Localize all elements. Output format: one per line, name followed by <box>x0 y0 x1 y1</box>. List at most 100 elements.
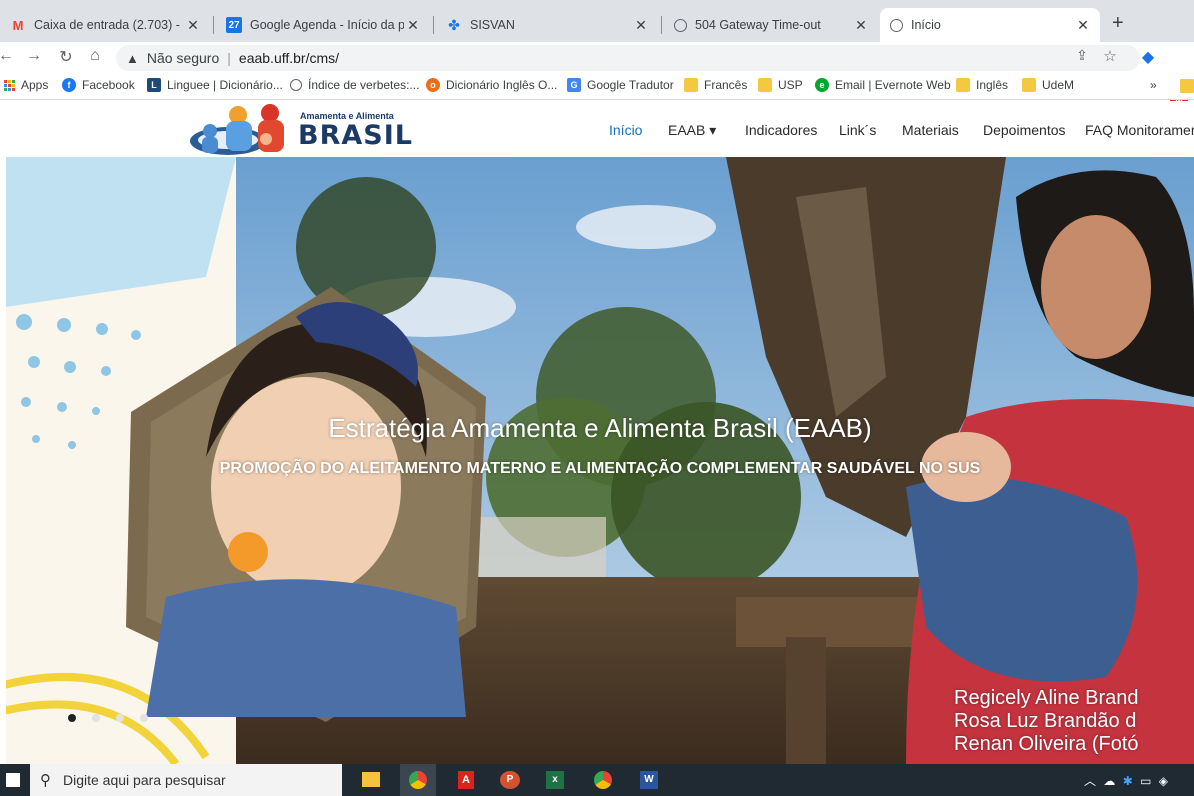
chrome-icon <box>409 771 427 789</box>
bookmark-label: USP <box>778 78 803 92</box>
tab-title: Início <box>911 18 941 32</box>
folder-icon[interactable] <box>1180 79 1194 93</box>
bookmark-dicionario-ingles[interactable]: o Dicionário Inglês O... <box>426 78 557 92</box>
hero-title: Estratégia Amamenta e Alimenta Brasil (E… <box>328 413 872 443</box>
apps-icon <box>4 79 15 91</box>
gmail-icon: M <box>12 17 24 33</box>
bookmarks-overflow-button[interactable]: » <box>1150 78 1157 92</box>
sisvan-icon: ✤ <box>448 16 460 33</box>
bookmark-label: Linguee | Dicionário... <box>167 78 283 92</box>
reload-icon[interactable]: ↻ <box>56 47 76 67</box>
linguee-icon: L <box>147 78 161 92</box>
taskbar-search[interactable]: ⚲ Digite aqui para pesquisar <box>30 764 342 796</box>
bookmark-label: UdeM <box>1042 78 1075 92</box>
warning-icon: ▲ <box>126 50 139 66</box>
chrome-icon[interactable] <box>594 771 612 789</box>
taskbar-search-placeholder: Digite aqui para pesquisar <box>63 772 226 788</box>
bookmark-folder-udem[interactable]: UdeM <box>1022 78 1074 92</box>
display-icon: ▭ <box>1140 774 1152 788</box>
globe-icon <box>674 18 687 32</box>
bookmark-folder-frances[interactable]: Francês <box>684 78 747 92</box>
tab-sisvan[interactable]: ✤ SISVAN ✕ <box>436 8 658 42</box>
excel-icon[interactable]: x <box>546 771 564 789</box>
bookmark-label: Google Tradutor <box>587 78 674 92</box>
bookmarks-bar: Apps f Facebook L Linguee | Dicionário..… <box>0 72 1194 100</box>
file-explorer-icon[interactable] <box>362 772 380 787</box>
new-tab-button[interactable]: + <box>1112 12 1124 35</box>
slider-dot[interactable] <box>140 714 148 722</box>
chevron-up-icon[interactable]: ︿ <box>1084 774 1096 788</box>
windows-taskbar: ⚲ Digite aqui para pesquisar A P x W ︿ ☁… <box>0 764 1194 796</box>
bookmark-star-icon[interactable]: ☆ <box>1100 47 1120 65</box>
nav-eaab-dropdown[interactable]: EAAB ▾ <box>668 122 716 139</box>
nav-depoimentos[interactable]: Depoimentos <box>983 122 1066 138</box>
logo-figures-icon <box>190 104 284 155</box>
hero-subtitle: PROMOÇÃO DO ALEITAMENTO MATERNO E ALIMEN… <box>219 460 981 477</box>
share-icon[interactable]: ⇪ <box>1072 47 1092 64</box>
tab-google-agenda[interactable]: 27 Google Agenda - Início da progr ✕ <box>216 8 430 42</box>
folder-icon <box>684 78 698 92</box>
close-icon[interactable]: ✕ <box>632 17 650 34</box>
close-icon[interactable]: ✕ <box>404 17 422 34</box>
security-label: Não seguro <box>146 50 220 66</box>
extension-icon[interactable]: ◆ <box>1138 47 1158 67</box>
bookmark-label: Índice de verbetes:... <box>308 78 420 92</box>
folder-icon <box>1022 78 1036 92</box>
slider-dot[interactable] <box>92 714 100 722</box>
tab-title: SISVAN <box>470 18 515 32</box>
folder-icon <box>956 78 970 92</box>
tab-gmail[interactable]: M Caixa de entrada (2.703) - glaubi ✕ <box>0 8 210 42</box>
address-bar[interactable]: ▲ Não seguro | eaab.uff.br/cms/ <box>116 45 1140 71</box>
close-icon[interactable]: ✕ <box>1074 17 1092 34</box>
calendar-icon: 27 <box>226 17 242 33</box>
bookmark-label: Dicionário Inglês O... <box>446 78 558 92</box>
logo-wordmark: BRASIL <box>298 120 413 151</box>
nav-links[interactable]: Link´s <box>839 122 876 138</box>
tab-gateway-timeout[interactable]: 504 Gateway Time-out ✕ <box>664 8 878 42</box>
nav-faq-monitoramento[interactable]: FAQ Monitoramento <box>1085 122 1194 138</box>
acrobat-icon[interactable]: A <box>458 771 474 789</box>
system-tray[interactable]: ︿ ☁ ✱ ▭ ◈ <box>1084 772 1168 789</box>
site-header: Amamenta e Alimenta BRASIL Início EAAB ▾… <box>0 101 1194 157</box>
nav-indicadores[interactable]: Indicadores <box>745 122 817 138</box>
bookmark-indice-verbetes[interactable]: Índice de verbetes:... <box>290 78 419 92</box>
slider-indicators <box>68 714 148 722</box>
taskbar-chrome-active[interactable] <box>400 764 436 796</box>
close-icon[interactable]: ✕ <box>852 17 870 34</box>
bookmark-label: Facebook <box>82 78 135 92</box>
forward-icon[interactable]: → <box>24 47 44 65</box>
close-icon[interactable]: ✕ <box>184 17 202 34</box>
tab-title: 504 Gateway Time-out <box>695 18 821 32</box>
bookmark-google-tradutor[interactable]: G Google Tradutor <box>567 78 674 92</box>
windows-start-icon[interactable] <box>6 773 20 787</box>
network-icon: ◈ <box>1158 774 1169 788</box>
credit-line: Regicely Aline Brand <box>954 687 1139 709</box>
bluetooth-icon: ✱ <box>1122 774 1133 788</box>
word-icon[interactable]: W <box>640 771 658 789</box>
translate-icon: G <box>567 78 581 92</box>
slider-dot[interactable] <box>116 714 124 722</box>
browser-toolbar: ← → ↻ ⌂ ▲ Não seguro | eaab.uff.br/cms/ … <box>0 42 1194 108</box>
nav-materiais[interactable]: Materiais <box>902 122 959 138</box>
bookmark-evernote[interactable]: e Email | Evernote Web <box>815 78 951 92</box>
bookmark-apps[interactable]: Apps <box>4 78 48 92</box>
bookmark-folder-ingles[interactable]: Inglês <box>956 78 1008 92</box>
home-icon[interactable]: ⌂ <box>85 47 105 65</box>
cloud-icon: ☁ <box>1103 774 1116 788</box>
powerpoint-icon[interactable]: P <box>500 771 520 789</box>
hero-slider: Estratégia Amamenta e Alimenta Brasil (E… <box>6 157 1194 764</box>
nav-inicio[interactable]: Início <box>609 122 642 138</box>
back-icon[interactable]: ← <box>0 47 16 65</box>
bookmark-label: Francês <box>704 78 748 92</box>
bookmark-linguee[interactable]: L Linguee | Dicionário... <box>147 78 283 92</box>
url-text: eaab.uff.br/cms/ <box>238 50 340 66</box>
bookmark-facebook[interactable]: f Facebook <box>62 78 135 92</box>
oxford-icon: o <box>426 78 440 92</box>
search-icon: ⚲ <box>40 772 51 789</box>
facebook-icon: f <box>62 78 76 92</box>
tab-title: Caixa de entrada (2.703) - glaubi <box>34 18 184 32</box>
bookmark-folder-usp[interactable]: USP <box>758 78 803 92</box>
slider-dot-active[interactable] <box>68 714 76 722</box>
tab-inicio[interactable]: Início ✕ <box>880 8 1100 42</box>
site-logo[interactable]: Amamenta e Alimenta BRASIL <box>188 103 413 157</box>
